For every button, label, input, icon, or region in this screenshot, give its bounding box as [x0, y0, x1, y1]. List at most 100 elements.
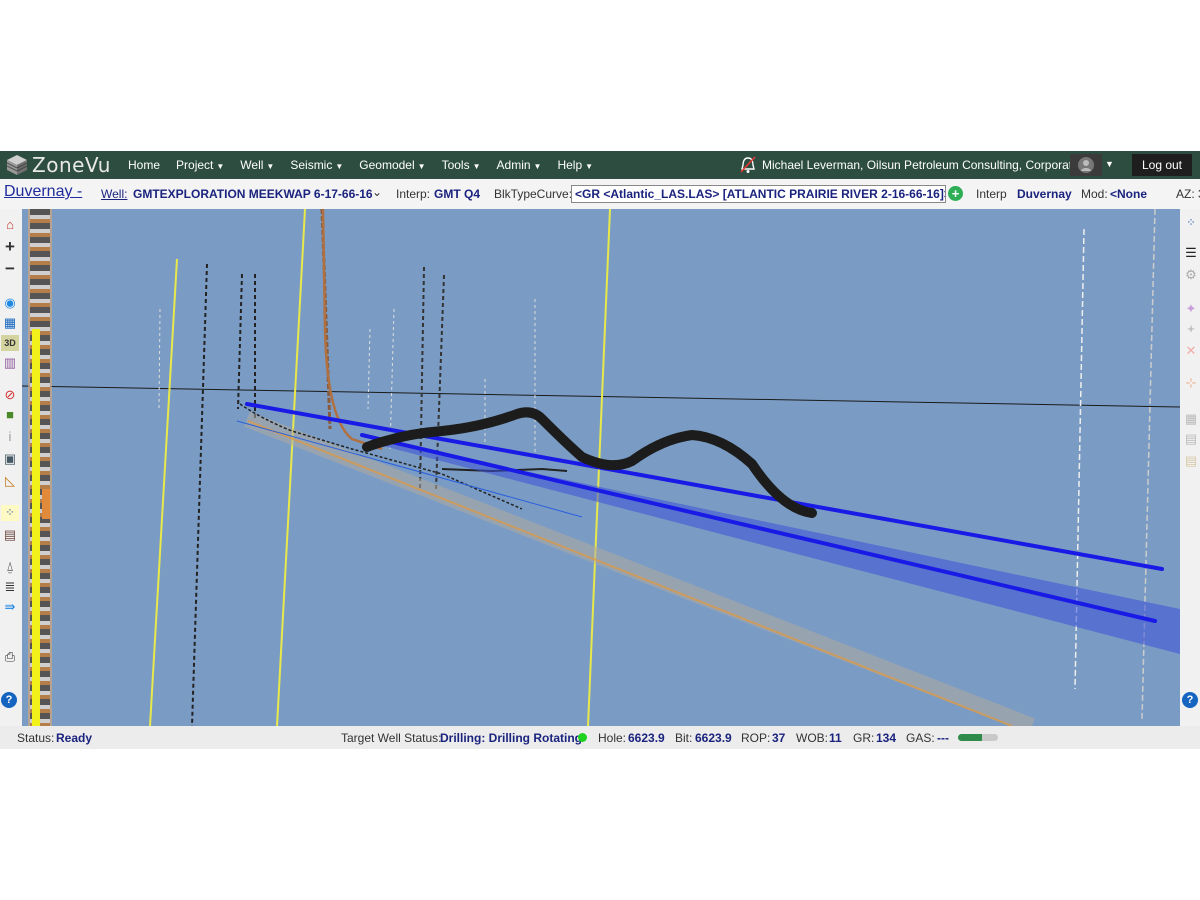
bit-value: 6623.9 [695, 731, 732, 745]
home-icon[interactable]: ⌂ [1, 217, 19, 233]
well-path [321, 209, 383, 451]
status-ok-dot-icon [578, 733, 587, 742]
map-icon[interactable]: ▥ [1, 355, 19, 371]
menu-label: Admin [496, 158, 531, 172]
target-status-value: Drilling: Drilling Rotating [440, 731, 582, 745]
3d-viewport[interactable] [22, 209, 1180, 726]
user-name: Michael Leverman, Oilsun Petroleum Consu… [762, 158, 1079, 172]
well-label-link[interactable]: Well: [101, 187, 127, 201]
menu-label: Well [240, 158, 264, 172]
well-dropdown-chevron-icon[interactable]: ⌄ [372, 185, 382, 199]
top-nav-bar: ZoneVu Home Project ▼ Well ▼ Seismic ▼ Geom… [0, 151, 1200, 179]
menu-well[interactable]: Well ▼ [240, 158, 274, 172]
arrow-right-icon[interactable]: ⇛ [1, 599, 19, 615]
menu-home[interactable]: Home [128, 158, 160, 172]
menu-help[interactable]: Help ▼ [557, 158, 593, 172]
dots-icon[interactable]: ⁘ [1, 505, 19, 521]
hole-label: Hole: [598, 731, 627, 745]
print-icon[interactable]: ⎙ [1, 649, 19, 665]
delete-icon[interactable]: ✕ [1182, 343, 1200, 359]
alarm-bell-icon[interactable] [740, 156, 756, 174]
menu-label: Help [557, 158, 583, 172]
main-menu: Home Project ▼ Well ▼ Seismic ▼ Geomodel ▼ T… [128, 151, 609, 179]
cube-icon[interactable]: ■ [1, 407, 19, 423]
target-status-label: Target Well Status: [341, 731, 442, 745]
gr-value: 134 [876, 731, 897, 745]
help-icon[interactable]: ? [1, 692, 17, 708]
camera-icon[interactable]: ▣ [1, 451, 19, 467]
mod-value[interactable]: <None [1110, 187, 1147, 201]
status-value: Ready [56, 731, 93, 745]
menu-label: Home [128, 158, 161, 172]
rig-icon[interactable]: ⍙ [1, 559, 19, 575]
gas-level-fill [958, 734, 982, 741]
add-icon[interactable]: + [1182, 321, 1200, 337]
cube-logo-icon [6, 155, 28, 175]
status-label: Status: [17, 731, 55, 745]
clipboard-icon[interactable]: ▤ [1182, 431, 1200, 447]
wob-value: 11 [829, 731, 842, 745]
menu-seismic[interactable]: Seismic ▼ [290, 158, 343, 172]
project-selector[interactable]: Duvernay - [4, 183, 82, 201]
layers-icon[interactable]: ≣ [1, 579, 19, 595]
wob-label: WOB: [796, 731, 828, 745]
gas-value: --- [937, 731, 949, 745]
hole-value: 6623.9 [628, 731, 665, 745]
status-bar: Status: Ready Target Well Status: Drilli… [0, 726, 1200, 749]
caret-down-icon: ▼ [472, 162, 481, 171]
info-icon[interactable]: i [1, 429, 19, 445]
crosshair-icon[interactable]: ⊹ [1182, 375, 1200, 391]
well-line [149, 258, 178, 726]
logo[interactable]: ZoneVu [6, 153, 111, 177]
sparkle-icon[interactable]: ✦ [1182, 301, 1200, 317]
lateral-path [239, 403, 523, 510]
gas-level-bar [958, 734, 998, 741]
well-line [158, 308, 161, 410]
well-toolbar: Duvernay - Well: GMTEXPLORATION MEEKWAP … [0, 179, 1200, 209]
logout-button[interactable]: Log out [1132, 154, 1192, 176]
zoom-in-icon[interactable]: + [1, 238, 19, 255]
avatar[interactable] [1070, 154, 1102, 176]
3d-view-icon[interactable]: 3D [1, 335, 19, 351]
add-curve-button[interactable]: + [948, 186, 963, 201]
interp2-value[interactable]: Duvernay [1017, 187, 1072, 201]
azimuth-label: AZ: 3 [1176, 187, 1200, 201]
blk-type-curve-label: BlkTypeCurve: [494, 187, 573, 201]
grid-view-icon[interactable]: ▦ [1, 315, 19, 331]
seismic-icon[interactable]: ▤ [1, 527, 19, 543]
rop-label: ROP: [741, 731, 771, 745]
user-avatar-icon [1078, 157, 1094, 173]
well-name: GMTEXPLORATION MEEKWAP 6-17-66-16 [133, 187, 373, 201]
blk-type-curve-select[interactable]: <GR <Atlantic_LAS.LAS> [ATLANTIC PRAIRIE… [571, 185, 946, 203]
menu-admin[interactable]: Admin ▼ [497, 158, 542, 172]
caret-down-icon: ▼ [216, 162, 225, 171]
compass-icon[interactable]: ◉ [1, 295, 19, 311]
table-icon[interactable]: ▦ [1182, 411, 1200, 427]
menu-label: Seismic [290, 158, 333, 172]
gear-icon[interactable]: ⚙ [1182, 267, 1200, 283]
clipboard-icon[interactable]: ▤ [1182, 453, 1200, 469]
help-icon[interactable]: ? [1182, 692, 1198, 708]
plus-icon: + [951, 186, 960, 201]
well-line [367, 328, 371, 410]
caret-down-icon: ▼ [335, 162, 344, 171]
interp-label: Interp: [396, 187, 431, 201]
caret-down-icon: ▼ [585, 162, 594, 171]
menu-project[interactable]: Project ▼ [176, 158, 224, 172]
dots-icon[interactable]: ⁘ [1182, 215, 1200, 231]
caret-down-icon[interactable]: ▼ [1105, 159, 1114, 169]
well-line [237, 273, 243, 410]
3d-scene[interactable] [22, 209, 1180, 726]
list-icon[interactable]: ☰ [1182, 245, 1200, 261]
menu-geomodel[interactable]: Geomodel ▼ [359, 158, 425, 172]
ruler-icon[interactable]: ◺ [1, 473, 19, 489]
zoom-out-icon[interactable]: − [1, 260, 19, 277]
well-line [191, 263, 208, 726]
interp-value: GMT Q4 [434, 187, 481, 201]
log-track [28, 209, 52, 726]
menu-tools[interactable]: Tools ▼ [442, 158, 481, 172]
no-entry-icon[interactable]: ⊘ [1, 387, 19, 403]
interp2-label: Interp [976, 187, 1007, 201]
caret-down-icon: ▼ [266, 162, 275, 171]
caret-down-icon: ▼ [417, 162, 426, 171]
